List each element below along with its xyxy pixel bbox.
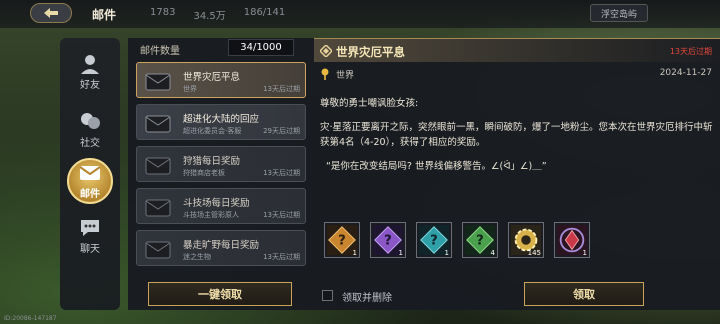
mail-sender: 迷之生物: [183, 253, 211, 261]
top-bar: 邮件 1783 34.5万 186/141 浮空岛屿: [0, 0, 720, 28]
reward-item[interactable]: ? 4: [462, 222, 498, 258]
back-button[interactable]: [30, 3, 72, 23]
nav-label: 聊天: [80, 243, 100, 255]
mail-list-item[interactable]: 世界灾厄平息 世界 13天后过期: [136, 62, 306, 98]
chat-icon: [81, 219, 99, 236]
nav-mail[interactable]: 邮件: [67, 158, 113, 204]
reward-quantity: 4: [490, 249, 495, 257]
envelope-icon: [145, 73, 171, 91]
mail-count: 34/1000: [228, 39, 294, 56]
reward-item[interactable]: ? 1: [370, 222, 406, 258]
mail-icon: [79, 165, 101, 180]
reward-quantity: 1: [352, 249, 357, 257]
mail-sender: 斗技场主管彩原人: [183, 211, 239, 219]
back-arrow-icon: [44, 8, 58, 18]
mail-title: 暴走旷野每日奖励: [183, 240, 260, 251]
envelope-icon: [145, 157, 171, 175]
mail-detail: 世界灾厄平息 13天后过期 世界 2024-11-27 尊敬的勇士嘲讽脸女孩: …: [314, 38, 720, 310]
nav-label: 好友: [80, 79, 100, 91]
friend-icon: [81, 54, 99, 74]
mail-sender-name: 世界: [336, 71, 355, 81]
envelope-icon: [145, 115, 171, 133]
resource-stats: 1783 34.5万 186/141: [150, 7, 285, 22]
mail-list-item[interactable]: 狩猎每日奖励 狩猎商店老板 13天后过期: [136, 146, 306, 182]
mail-title: 斗技场每日奖励: [183, 198, 250, 209]
player-id: ID:20086-147187: [4, 315, 57, 322]
nav-social[interactable]: 社交: [64, 108, 116, 152]
mail-date: 2024-11-27: [659, 68, 712, 78]
claim-all-button[interactable]: 一键领取: [148, 282, 292, 306]
social-icon: [81, 112, 100, 129]
nav-label: 社交: [80, 137, 100, 149]
floating-island-button[interactable]: 浮空岛屿: [590, 4, 648, 22]
claim-and-delete-label: 领取并删除: [342, 293, 392, 304]
reward-quantity: 1: [582, 249, 587, 257]
page-title: 邮件: [92, 8, 117, 22]
mail-sender: 超进化委员会·客服: [183, 127, 242, 135]
mail-detail-header: 世界灾厄平息 13天后过期: [314, 38, 720, 62]
nav-label: 邮件: [80, 188, 100, 200]
expiry-badge: 13天后过期: [669, 47, 712, 56]
mail-paragraph: 灾·星落正要离开之际，突然眼前一黑，瞬间破防，爆了一地粉尘。您本次在世界灾厄排行…: [320, 122, 713, 148]
reward-item[interactable]: ? 1: [324, 222, 360, 258]
mail-title: 超进化大陆的回应: [183, 114, 260, 125]
mail-expiry: 13天后过期: [263, 253, 300, 261]
left-navigation: 好友 社交 邮件 聊天: [60, 38, 120, 310]
nav-friends[interactable]: 好友: [64, 50, 116, 94]
stat-value: 1783: [150, 7, 176, 18]
mail-title: 狩猎每日奖励: [183, 156, 241, 167]
svg-text:?: ?: [338, 234, 346, 249]
mail-expiry: 13天后过期: [263, 169, 300, 177]
mail-detail-title: 世界灾厄平息: [336, 45, 405, 59]
reward-item[interactable]: ? 1: [416, 222, 452, 258]
mail-greeting: 尊敬的勇士嘲讽脸女孩:: [320, 98, 419, 109]
svg-text:?: ?: [476, 234, 484, 249]
mail-body: 尊敬的勇士嘲讽脸女孩: 灾·星落正要离开之际，突然眼前一黑，瞬间破防，爆了一地粉…: [320, 96, 716, 183]
reward-quantity: 1: [444, 249, 449, 257]
reward-item[interactable]: 1: [554, 222, 590, 258]
mail-list[interactable]: 世界灾厄平息 世界 13天后过期 超进化大陆的回应 超进化委员会·客服 29天后…: [136, 62, 306, 272]
claim-button[interactable]: 领取: [524, 282, 644, 306]
reward-item[interactable]: 145: [508, 222, 544, 258]
claim-and-delete-checkbox[interactable]: [322, 290, 333, 301]
mail-list-item[interactable]: 暴走旷野每日奖励 迷之生物 13天后过期: [136, 230, 306, 266]
svg-text:?: ?: [384, 234, 392, 249]
mail-list-item[interactable]: 超进化大陆的回应 超进化委员会·客服 29天后过期: [136, 104, 306, 140]
svg-text:?: ?: [430, 234, 438, 249]
mail-expiry: 13天后过期: [263, 85, 300, 93]
envelope-icon: [145, 199, 171, 217]
mail-quote: “是你在改变结局吗? 世界线偏移警告。∠(ᐛ」∠)＿”: [326, 161, 547, 172]
mail-list-item[interactable]: 斗技场每日奖励 斗技场主管彩原人 13天后过期: [136, 188, 306, 224]
mail-count-label: 邮件数量: [140, 46, 180, 57]
stat-value: 186/141: [243, 7, 286, 18]
diamond-icon: [320, 45, 332, 57]
envelope-icon: [145, 241, 171, 259]
stat-value: 34.5万: [193, 11, 226, 22]
mail-panel: 邮件数量 34/1000 世界灾厄平息 世界 13天后过期 超进化大陆的回应 超…: [128, 38, 720, 310]
reward-quantity: 145: [527, 249, 541, 257]
nav-chat[interactable]: 聊天: [64, 214, 116, 258]
pin-icon: [321, 68, 329, 80]
reward-quantity: 1: [398, 249, 403, 257]
mail-title: 世界灾厄平息: [183, 72, 241, 83]
mail-sender: 狩猎商店老板: [183, 169, 225, 177]
mail-expiry: 29天后过期: [263, 127, 300, 135]
mail-expiry: 13天后过期: [263, 211, 300, 219]
mail-sender: 世界: [183, 85, 197, 93]
